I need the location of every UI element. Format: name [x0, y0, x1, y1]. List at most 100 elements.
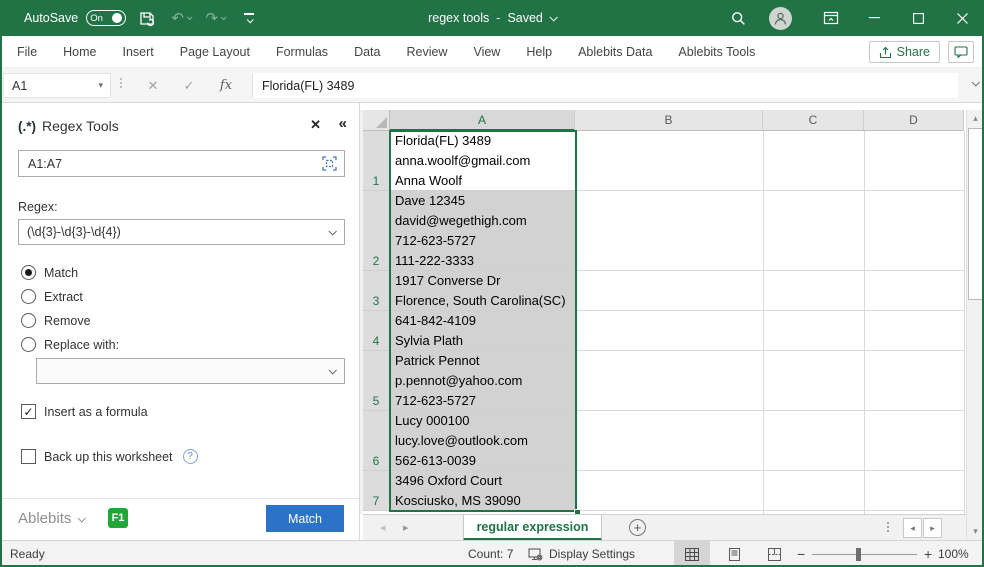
customize-toolbar-icon[interactable]	[236, 5, 262, 31]
share-button[interactable]: Share	[868, 41, 940, 63]
insert-formula-checkbox-control[interactable]: ✓	[21, 404, 36, 419]
insert-function-icon[interactable]: fx	[213, 74, 239, 97]
backup-checkbox[interactable]: Back up this worksheet ?	[21, 449, 198, 464]
normal-view-button[interactable]	[674, 541, 710, 567]
cell-a6[interactable]: Lucy 000100 lucy.love@outlook.com 562-61…	[390, 411, 575, 471]
sheet-nav-next-icon[interactable]: ▸	[403, 521, 409, 534]
column-header-c[interactable]: C	[763, 110, 864, 131]
scroll-down-icon[interactable]: ▾	[967, 523, 984, 540]
column-header-a[interactable]: A	[390, 110, 575, 131]
user-avatar[interactable]	[769, 6, 792, 30]
pane-close-icon[interactable]: ✕	[310, 117, 321, 133]
zoom-level[interactable]: 100%	[938, 541, 969, 567]
select-range-icon[interactable]	[322, 156, 337, 171]
radio-replace-control[interactable]	[21, 337, 36, 352]
sheet-nav-prev-icon[interactable]: ◂	[380, 521, 386, 534]
tab-ablebits-data[interactable]: Ablebits Data	[565, 36, 665, 68]
help-icon[interactable]: ?	[182, 449, 198, 464]
tab-bar-options-icon[interactable]	[887, 522, 889, 532]
scroll-up-icon[interactable]: ▴	[967, 110, 984, 127]
radio-extract-control[interactable]	[21, 289, 36, 304]
row-header-5[interactable]: 5	[363, 351, 390, 411]
redo-icon[interactable]: ↷	[202, 5, 228, 31]
vertical-scrollbar-thumb[interactable]	[968, 128, 983, 300]
maximize-button[interactable]	[896, 0, 940, 36]
regex-dropdown-icon[interactable]	[328, 227, 337, 236]
title-chevron-icon	[549, 13, 558, 22]
doc-status[interactable]: Saved	[507, 11, 542, 25]
cancel-icon[interactable]: ✕	[140, 74, 166, 97]
minimize-button[interactable]	[852, 0, 896, 36]
formula-bar-drag-handle[interactable]	[120, 78, 122, 88]
ribbon-display-options-icon[interactable]	[818, 5, 844, 31]
autosave-toggle[interactable]: On	[86, 10, 127, 26]
radio-match[interactable]: Match	[21, 265, 78, 280]
sheet-tab-regular-expression[interactable]: regular expression	[463, 515, 602, 541]
close-button[interactable]	[940, 0, 984, 36]
cell-a5[interactable]: Patrick Pennot p.pennot@yahoo.com 712-62…	[390, 351, 575, 411]
page-break-view-button[interactable]	[756, 541, 792, 567]
search-icon[interactable]	[725, 5, 751, 31]
column-header-b[interactable]: B	[575, 110, 763, 131]
cell-a4[interactable]: 641-842-4109 Sylvia Plath	[390, 311, 575, 351]
tab-view[interactable]: View	[460, 36, 513, 68]
pane-footer: Ablebits F1 Match	[0, 498, 359, 540]
zoom-slider-track[interactable]	[812, 554, 917, 555]
match-button[interactable]: Match	[266, 505, 344, 532]
radio-match-control[interactable]	[21, 265, 36, 280]
display-settings-button[interactable]: Display Settings	[528, 541, 635, 567]
tab-ablebits-tools[interactable]: Ablebits Tools	[665, 36, 768, 68]
row-header-6[interactable]: 6	[363, 411, 390, 471]
hscroll-right-icon[interactable]: ▸	[923, 518, 942, 538]
cell-line: Lucy 000100	[395, 413, 470, 428]
expand-formula-bar-icon[interactable]	[971, 78, 980, 87]
cell-a1[interactable]: Florida(FL) 3489 anna.woolf@gmail.com An…	[390, 131, 575, 191]
page-layout-view-button[interactable]	[716, 541, 752, 567]
row-header-7[interactable]: 7	[363, 471, 390, 511]
radio-extract[interactable]: Extract	[21, 289, 83, 304]
undo-icon[interactable]: ↶	[168, 5, 194, 31]
vertical-scrollbar[interactable]: ▴ ▾	[966, 110, 984, 540]
f1-help-badge[interactable]: F1	[108, 508, 128, 528]
tab-insert[interactable]: Insert	[110, 36, 167, 68]
backup-checkbox-control[interactable]	[21, 449, 36, 464]
replace-dropdown-icon[interactable]	[328, 366, 337, 375]
row-header-3[interactable]: 3	[363, 271, 390, 311]
row-header-2[interactable]: 2	[363, 191, 390, 271]
cell-a3[interactable]: 1917 Converse Dr Florence, South Carolin…	[390, 271, 575, 311]
comments-button[interactable]	[948, 41, 974, 63]
tab-formulas[interactable]: Formulas	[263, 36, 341, 68]
tab-file[interactable]: File	[0, 36, 50, 68]
enter-icon[interactable]: ✓	[176, 74, 202, 97]
cell-a2[interactable]: Dave 12345 david@wegethigh.com 712-623-5…	[390, 191, 575, 271]
tab-help[interactable]: Help	[513, 36, 565, 68]
name-box-dropdown-icon[interactable]: ▾	[98, 80, 110, 91]
pane-collapse-icon[interactable]: «	[339, 115, 347, 132]
radio-remove[interactable]: Remove	[21, 313, 91, 328]
zoom-out-button[interactable]: −	[797, 541, 805, 567]
radio-remove-control[interactable]	[21, 313, 36, 328]
new-sheet-button[interactable]: +	[629, 519, 646, 536]
save-icon[interactable]	[134, 5, 160, 31]
replace-combobox[interactable]	[36, 358, 345, 384]
select-all-corner[interactable]	[363, 110, 390, 131]
formula-input[interactable]: Florida(FL) 3489	[252, 73, 958, 98]
column-header-d[interactable]: D	[864, 110, 964, 131]
hscroll-left-icon[interactable]: ◂	[903, 518, 922, 538]
tab-page-layout[interactable]: Page Layout	[167, 36, 263, 68]
tab-home[interactable]: Home	[50, 36, 109, 68]
tab-data[interactable]: Data	[341, 36, 393, 68]
cell-a7[interactable]: 3496 Oxford Court Kosciusko, MS 39090	[390, 471, 575, 511]
row-header-1[interactable]: 1	[363, 131, 390, 191]
tab-review[interactable]: Review	[393, 36, 460, 68]
regex-combobox[interactable]: (\d{3}-\d{3}-\d{4})	[18, 219, 345, 245]
range-input[interactable]: A1:A7	[18, 150, 345, 177]
row-header-4[interactable]: 4	[363, 311, 390, 351]
cell-line: 111-222-3333	[395, 253, 475, 268]
zoom-in-button[interactable]: +	[924, 541, 932, 567]
zoom-slider-thumb[interactable]	[856, 548, 861, 561]
ablebits-menu[interactable]: Ablebits	[18, 510, 87, 527]
insert-formula-checkbox[interactable]: ✓ Insert as a formula	[21, 404, 148, 419]
name-box[interactable]: A1 ▾	[3, 73, 111, 98]
radio-replace[interactable]: Replace with:	[21, 337, 119, 352]
